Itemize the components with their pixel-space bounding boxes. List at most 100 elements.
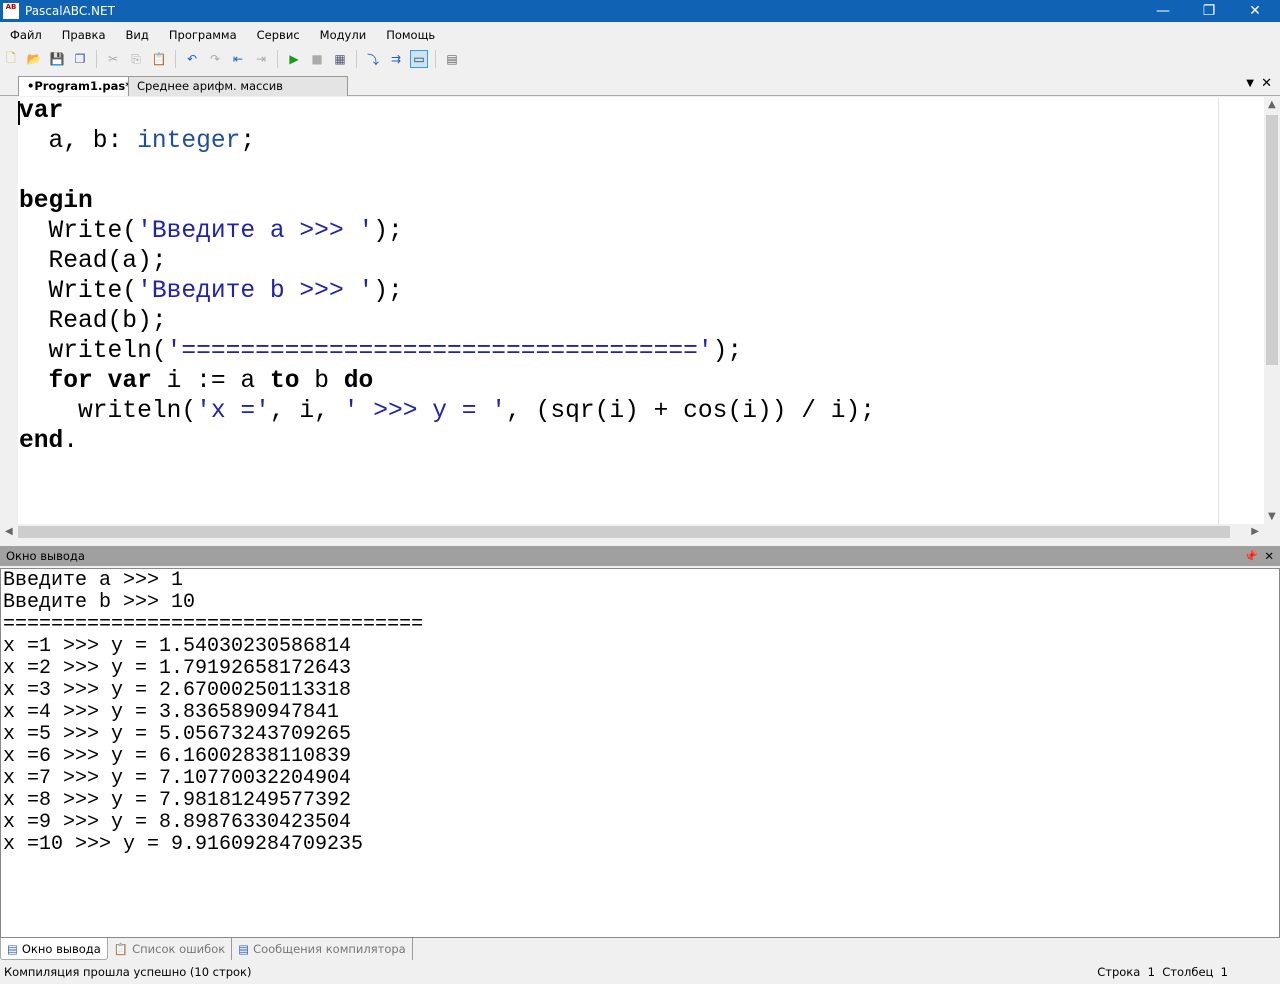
- code-line: var: [19, 97, 875, 127]
- code-line: a, b: integer;: [19, 127, 875, 157]
- toolbar-separator: [356, 50, 357, 68]
- keyword: for: [48, 368, 93, 395]
- toolbar-separator: [175, 50, 176, 68]
- cut-icon[interactable]: ✂: [104, 50, 122, 68]
- menu-item[interactable]: Помощь: [376, 28, 445, 42]
- code-editor[interactable]: var a, b: integer; begin Write('Введите …: [0, 97, 1264, 524]
- open-folder-icon[interactable]: 📂: [25, 50, 43, 68]
- pin-icon[interactable]: 📌: [1244, 546, 1258, 566]
- line-value: 1: [1147, 965, 1155, 979]
- output-line: Введите b >>> 10: [3, 591, 196, 614]
- keyword: do: [343, 368, 374, 395]
- restore-button[interactable]: ❐: [1186, 0, 1232, 22]
- code-token: i := a: [151, 368, 270, 395]
- menu-item[interactable]: Сервис: [247, 28, 310, 42]
- undo-icon[interactable]: ↶: [183, 50, 201, 68]
- toolbar-separator: [435, 50, 436, 68]
- code-token: , i,: [269, 398, 344, 425]
- editor-tabs: •Program1.pas* Среднее арифм. массив вве…: [0, 74, 1280, 112]
- step-into-icon[interactable]: ⤵: [364, 50, 382, 68]
- output-panel-title: Окно вывода: [6, 549, 85, 563]
- keyword: var: [19, 98, 64, 125]
- form-designer-icon[interactable]: ▤: [443, 50, 461, 68]
- tab-output-window[interactable]: ▤ Окно вывода: [0, 938, 108, 960]
- close-button[interactable]: ✕: [1232, 0, 1278, 22]
- close-panel-icon[interactable]: ✕: [1264, 546, 1274, 566]
- code-token: a, b:: [19, 128, 138, 155]
- output-line: ===================================: [3, 613, 424, 636]
- tab-srednee[interactable]: Среднее арифм. массив введён.pas: [128, 76, 348, 112]
- output-line: x =9 >>> y = 8.89876330423504: [3, 811, 352, 834]
- output-line: x =3 >>> y = 2.67000250113318: [3, 679, 352, 702]
- stop-icon[interactable]: ■: [308, 50, 326, 68]
- tab-compiler-messages[interactable]: ▤ Сообщения компилятора: [232, 938, 413, 960]
- indent-left-icon[interactable]: ⇤: [229, 50, 247, 68]
- output-panel-header: Окно вывода 📌 ✕: [0, 546, 1280, 566]
- output-line: Введите a >>> 1: [3, 569, 184, 592]
- col-label: Столбец: [1162, 965, 1214, 979]
- code-line: end.: [19, 427, 875, 457]
- menu-item[interactable]: Модули: [310, 28, 377, 42]
- string-literal: 'x =': [196, 398, 270, 425]
- keyword: end: [19, 428, 64, 455]
- editor-horizontal-scrollbar[interactable]: ◀ ▶: [0, 524, 1264, 540]
- line-label: Строка: [1097, 965, 1141, 979]
- code-line: Read(b);: [19, 307, 875, 337]
- menu-item[interactable]: Вид: [116, 28, 159, 42]
- code-token: );: [373, 278, 403, 305]
- scroll-thumb[interactable]: [1266, 115, 1278, 365]
- type-name: integer: [137, 128, 241, 155]
- toolbar-separator: [96, 50, 97, 68]
- tab-program1[interactable]: •Program1.pas*: [18, 76, 141, 96]
- code-token: b: [299, 368, 344, 395]
- save-all-icon[interactable]: ❐: [71, 50, 89, 68]
- code-token: );: [373, 218, 403, 245]
- output-line: x =4 >>> y = 3.8365890947841: [3, 701, 340, 724]
- scroll-thumb[interactable]: [18, 526, 1230, 538]
- cursor-position: Строка 1 Столбец 1: [1097, 960, 1228, 984]
- indent-right-icon[interactable]: ⇥: [252, 50, 270, 68]
- output-window[interactable]: Введите a >>> 1 Введите b >>> 10 =========…: [0, 568, 1280, 938]
- output-line: x =6 >>> y = 6.16002838110839: [3, 745, 352, 768]
- code-token: .: [63, 428, 79, 455]
- code-token: Write(: [19, 278, 138, 305]
- string-literal: ' >>> y = ': [343, 398, 507, 425]
- step-over-icon[interactable]: ⇉: [387, 50, 405, 68]
- compile-icon[interactable]: ▦: [331, 50, 349, 68]
- console-icon[interactable]: ▭: [410, 50, 428, 68]
- code-token: Read(a);: [19, 248, 167, 275]
- copy-icon[interactable]: ⎘: [127, 50, 145, 68]
- status-bar: Компиляция прошла успешно (10 строк) Стр…: [0, 960, 1280, 984]
- messages-icon: ▤: [238, 942, 250, 956]
- code-line: writeln('x =', i, ' >>> y = ', (sqr(i) +…: [19, 397, 875, 427]
- keyword: var: [107, 368, 152, 395]
- output-line: x =7 >>> y = 7.10770032204904: [3, 767, 352, 790]
- string-literal: 'Введите a >>> ': [137, 218, 374, 245]
- menu-item[interactable]: Файл: [0, 28, 52, 42]
- code-token: writeln(: [19, 398, 197, 425]
- output-icon: ▤: [7, 941, 18, 956]
- save-icon[interactable]: 💾: [48, 50, 66, 68]
- redo-icon[interactable]: ↷: [206, 50, 224, 68]
- code-token: , (sqr(i) + cos(i)) / i);: [506, 398, 876, 425]
- bottom-tabs: ▤ Окно вывода 📋 Список ошибок ▤ Сообщения к…: [0, 938, 1280, 960]
- minimize-button[interactable]: —: [1140, 0, 1186, 22]
- app-logo-icon: AB: [3, 3, 19, 19]
- output-line: x =1 >>> y = 1.54030230586814: [3, 635, 352, 658]
- code-line: writeln('===============================…: [19, 337, 875, 367]
- col-value: 1: [1220, 965, 1228, 979]
- output-line: x =5 >>> y = 5.05673243709265: [3, 723, 352, 746]
- code-line: Read(a);: [19, 247, 875, 277]
- editor-vertical-scrollbar[interactable]: ▲ ▼: [1264, 97, 1280, 524]
- code-text[interactable]: var a, b: integer; begin Write('Введите …: [19, 97, 875, 457]
- menu-item[interactable]: Программа: [159, 28, 247, 42]
- tab-list-chevron-icon[interactable]: ▼: [1246, 78, 1254, 89]
- new-file-icon[interactable]: 🗋: [2, 50, 20, 68]
- tab-error-list[interactable]: 📋 Список ошибок: [108, 938, 233, 960]
- run-icon[interactable]: ▶: [285, 50, 303, 68]
- close-tab-icon[interactable]: ✕: [1261, 76, 1272, 91]
- paste-icon[interactable]: 📋: [150, 50, 168, 68]
- error-list-icon: 📋: [113, 942, 129, 956]
- menu-item[interactable]: Правка: [52, 28, 116, 42]
